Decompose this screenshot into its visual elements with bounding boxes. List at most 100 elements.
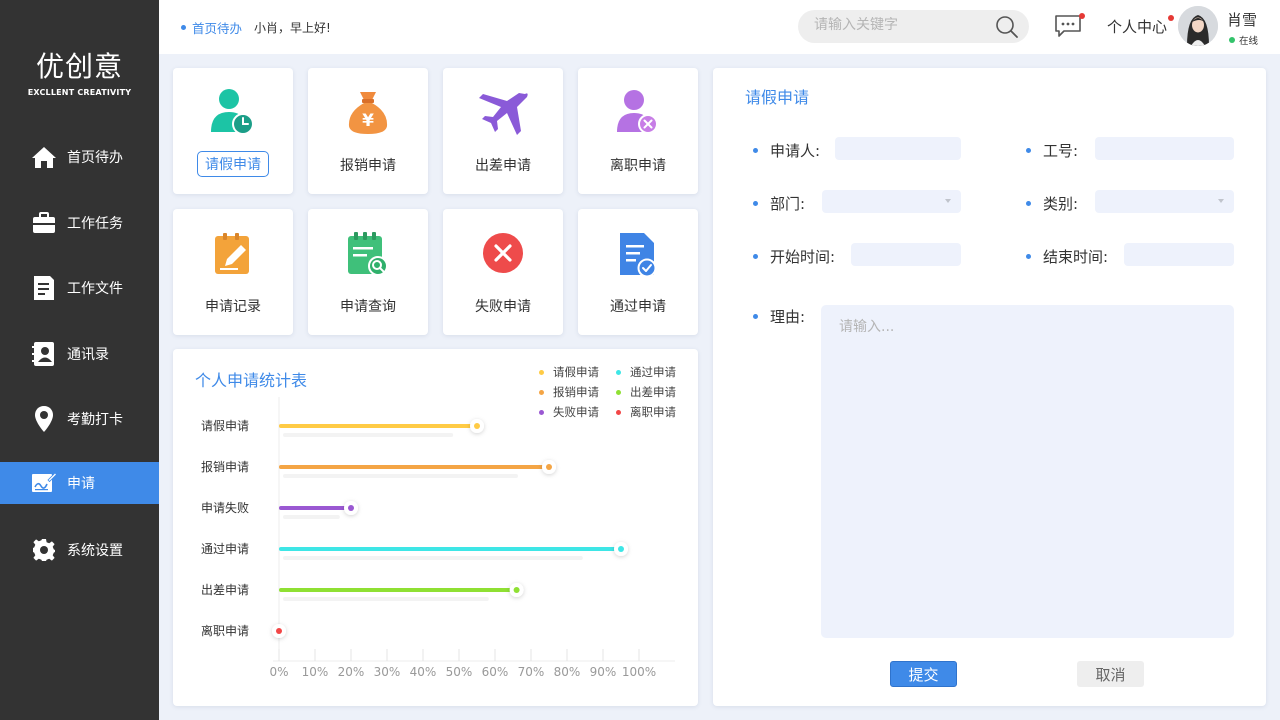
card-label: 离职申请: [610, 158, 666, 174]
document-icon: [31, 275, 57, 301]
start-time-label-text: 开始时间:: [770, 248, 836, 266]
sidebar-item-tasks[interactable]: 工作任务: [0, 202, 159, 244]
bar-end-dot: [513, 587, 520, 593]
sign-form-icon: [31, 470, 57, 496]
card-travel-apply[interactable]: 出差申请: [443, 68, 563, 194]
avatar[interactable]: [1178, 6, 1218, 46]
employee-id-field[interactable]: [1095, 137, 1234, 160]
employee-id-label-text: 工号:: [1043, 142, 1079, 160]
card-passed-apply[interactable]: 通过申请: [578, 209, 698, 335]
cancel-button[interactable]: 取消: [1077, 661, 1144, 687]
briefcase-icon: [31, 210, 57, 236]
breadcrumb: 首页待办 小肖，早上好!: [181, 18, 331, 37]
category-label: 离职申请: [201, 623, 249, 638]
user-name: 肖雪: [1227, 11, 1258, 29]
end-time-label: 结束时间:: [1026, 246, 1108, 267]
x-tick-label: 0%: [269, 665, 288, 679]
top-header: 首页待办 小肖，早上好! 个人中心 肖雪 在线: [159, 0, 1280, 54]
department-select[interactable]: [822, 190, 961, 213]
message-icon[interactable]: [1054, 13, 1085, 42]
chevron-down-icon: [1218, 199, 1224, 203]
stats-chart-panel: 个人申请统计表 请假申请 通过申请 报销申请 出差申请 失败申请 离职申请 0%…: [173, 349, 698, 706]
bar-shadow: [283, 474, 518, 478]
sidebar-item-files[interactable]: 工作文件: [0, 267, 159, 309]
reason-label: 理由:: [753, 306, 805, 327]
card-label: 通过申请: [610, 299, 666, 315]
sidebar-item-home[interactable]: 首页待办: [0, 136, 159, 178]
notepad-pencil-icon: [207, 229, 259, 281]
sidebar-item-contacts[interactable]: 通讯录: [0, 333, 159, 375]
sidebar-item-attendance[interactable]: 考勤打卡: [0, 398, 159, 440]
sidebar-item-settings[interactable]: 系统设置: [0, 529, 159, 571]
sidebar: 优创意 EXCLLENT CREATIVITY 首页待办 工作任务 工作文件 通…: [0, 0, 159, 720]
sidebar-item-label: 系统设置: [67, 543, 123, 559]
bar: [279, 424, 477, 428]
search-icon[interactable]: [995, 15, 1019, 43]
x-tick-label: 70%: [518, 665, 545, 679]
search-input[interactable]: [814, 17, 984, 33]
logo: 优创意 EXCLLENT CREATIVITY: [0, 50, 159, 97]
card-resign-apply[interactable]: 离职申请: [578, 68, 698, 194]
chevron-down-icon: [945, 199, 951, 203]
end-time-field[interactable]: [1124, 243, 1234, 266]
card-apply-records[interactable]: 申请记录: [173, 209, 293, 335]
category-label: 类别:: [1026, 193, 1078, 214]
leave-form-panel: 请假申请 申请人: 工号: 部门: 类别: 开始时间: 结束时间: 理由: 提交…: [713, 68, 1266, 706]
applicant-field[interactable]: [835, 137, 961, 160]
start-time-field[interactable]: [851, 243, 961, 266]
submit-button[interactable]: 提交: [890, 661, 957, 687]
field-dot: [1026, 148, 1031, 153]
money-bag-yen-icon: ¥: [342, 86, 394, 138]
breadcrumb-dot: [181, 25, 186, 30]
x-tick-label: 30%: [374, 665, 401, 679]
category-select[interactable]: [1095, 190, 1234, 213]
bar: [279, 547, 621, 551]
field-dot: [753, 201, 758, 206]
search-box[interactable]: [798, 10, 1029, 43]
x-tick-label: 100%: [622, 665, 656, 679]
card-label: 申请查询: [340, 299, 396, 315]
card-failed-apply[interactable]: 失败申请: [443, 209, 563, 335]
form-title: 请假申请: [745, 88, 810, 107]
bar: [279, 588, 517, 592]
x-tick-label: 60%: [482, 665, 509, 679]
card-label: 请假申请: [197, 151, 269, 177]
card-leave-apply[interactable]: 请假申请: [173, 68, 293, 194]
bar-shadow: [283, 556, 583, 560]
bar-end-dot: [618, 546, 624, 552]
sidebar-item-label: 工作文件: [67, 281, 123, 297]
department-label-text: 部门:: [770, 195, 806, 213]
user-status-label: 在线: [1239, 36, 1259, 47]
x-tick-label: 50%: [446, 665, 473, 679]
x-tick-label: 80%: [554, 665, 581, 679]
category-label: 通过申请: [201, 542, 249, 556]
leave-person-clock-icon: [207, 86, 259, 138]
card-label: 出差申请: [475, 158, 531, 174]
gear-icon: [31, 537, 57, 563]
user-status: 在线: [1229, 33, 1258, 47]
card-reimburse-apply[interactable]: ¥ 报销申请: [308, 68, 428, 194]
sidebar-item-label: 申请: [67, 476, 95, 492]
x-tick-label: 20%: [338, 665, 365, 679]
card-label: 失败申请: [475, 299, 531, 315]
start-time-label: 开始时间:: [753, 246, 835, 267]
airplane-icon: [477, 88, 529, 140]
card-label: 报销申请: [340, 158, 396, 174]
category-label: 出差申请: [201, 583, 249, 597]
logo-title: 优创意: [35, 50, 123, 83]
field-dot: [753, 314, 758, 319]
home-icon: [31, 144, 57, 170]
department-label: 部门:: [753, 193, 805, 214]
reason-label-text: 理由:: [770, 308, 806, 326]
calendar-search-icon: [342, 229, 394, 281]
card-apply-query[interactable]: 申请查询: [308, 209, 428, 335]
bar-end-dot: [546, 464, 552, 470]
sidebar-item-apply[interactable]: 申请: [0, 462, 159, 504]
employee-id-label: 工号:: [1026, 140, 1078, 161]
reason-textarea[interactable]: [821, 305, 1234, 638]
breadcrumb-link[interactable]: 首页待办: [192, 18, 242, 37]
user-center-link[interactable]: 个人中心: [1107, 15, 1175, 37]
category-label: 报销申请: [201, 459, 249, 474]
svg-text:¥: ¥: [362, 111, 374, 131]
logo-subtitle: EXCLLENT CREATIVITY: [27, 88, 132, 97]
